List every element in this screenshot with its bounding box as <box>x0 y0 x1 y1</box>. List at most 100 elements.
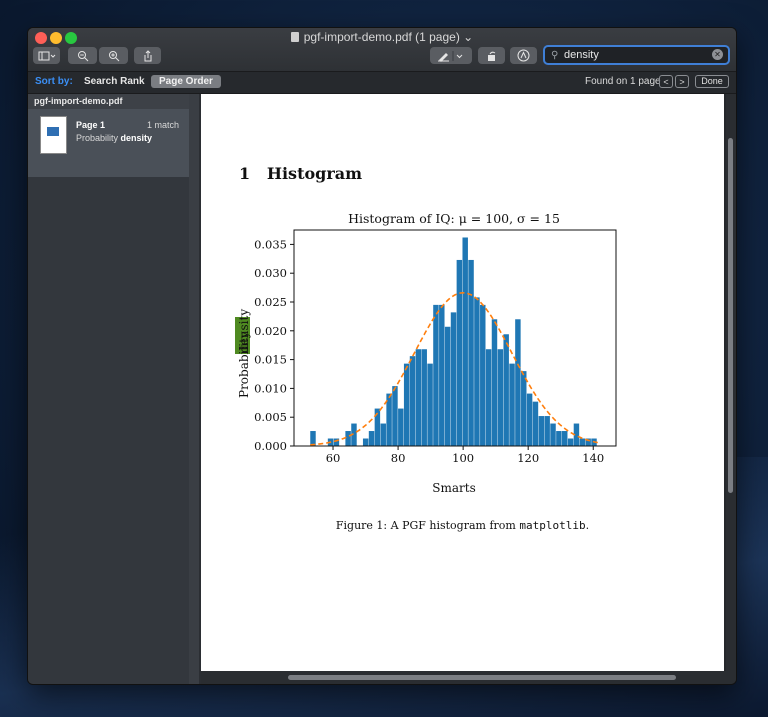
x-tick-label: 140 <box>582 451 604 465</box>
x-axis-label: Smarts <box>432 481 475 495</box>
zoom-out-icon <box>77 50 88 61</box>
title-bar: pgf-import-demo.pdf (1 page) ⌄ ⚲ density… <box>28 28 736 72</box>
caption-suffix: . <box>585 519 590 532</box>
histogram-bar <box>556 431 562 446</box>
window-title-text: pgf-import-demo.pdf (1 page) <box>303 30 460 44</box>
histogram-bar <box>509 363 515 446</box>
histogram-bar <box>392 386 398 446</box>
zoom-out-button[interactable] <box>68 47 97 64</box>
previous-match-button[interactable]: < <box>659 75 673 88</box>
histogram-bar <box>439 304 445 446</box>
histogram-chart: Histogram of IQ: μ = 100, σ = 15 60 80 100… <box>235 211 617 495</box>
x-tick-label: 100 <box>452 451 474 465</box>
find-bar: Sort by: Search Rank Page Order Found on… <box>28 72 736 94</box>
y-axis-label: Probability density <box>235 309 251 398</box>
done-button[interactable]: Done <box>695 75 729 88</box>
histogram-bar <box>497 349 504 446</box>
histogram-bar <box>562 431 568 446</box>
histogram-bar <box>444 326 451 446</box>
search-results-sidebar: pgf-import-demo.pdf Page 1 1 match Proba… <box>28 94 199 684</box>
y-tick-label: 0.005 <box>254 410 287 424</box>
vertical-scroll-thumb[interactable] <box>728 138 733 493</box>
section-number: 1 <box>239 164 251 183</box>
histogram-bar <box>485 349 492 446</box>
figure-caption: Figure 1: A PGF histogram from matplotli… <box>201 519 724 532</box>
histogram-bar <box>515 319 521 446</box>
page-thumbnail <box>40 116 67 154</box>
search-icon: ⚲ <box>551 50 559 61</box>
rotate-button[interactable] <box>478 47 505 64</box>
histogram-bar <box>468 259 474 446</box>
y-tick-label: 0.025 <box>254 295 287 309</box>
x-tick-label: 60 <box>326 451 341 465</box>
histogram-bar <box>579 438 586 446</box>
histogram-bar <box>409 356 416 446</box>
histogram-bar <box>532 401 539 446</box>
histogram-bar <box>480 304 486 446</box>
histogram-bar <box>427 363 433 446</box>
zoom-in-button[interactable] <box>99 47 128 64</box>
markup-pen-icon <box>438 50 463 62</box>
search-result-item[interactable]: Page 1 1 match Probability density <box>28 109 189 177</box>
pdf-page: 1 Histogram Histogram of IQ: μ = 100, σ … <box>201 94 724 671</box>
y-tick-label: 0.030 <box>254 266 287 280</box>
result-page-label: Page 1 <box>76 120 106 130</box>
x-tick-label: 120 <box>517 451 539 465</box>
preview-window: pgf-import-demo.pdf (1 page) ⌄ ⚲ density… <box>27 27 737 685</box>
histogram-bar <box>462 237 468 446</box>
histogram-bar <box>538 416 545 446</box>
histogram-bar <box>544 416 550 446</box>
horizontal-scroll-thumb[interactable] <box>288 675 676 680</box>
histogram-bar <box>550 423 556 446</box>
search-input[interactable]: density <box>564 49 599 61</box>
share-button[interactable] <box>134 47 161 64</box>
y-tick-label: 0.020 <box>254 324 287 338</box>
histogram-bar <box>526 393 533 446</box>
section-title: Histogram <box>266 164 363 183</box>
clear-search-icon[interactable]: ✕ <box>712 49 723 60</box>
markup-pen-button[interactable] <box>430 47 472 64</box>
rotate-icon <box>487 51 495 61</box>
histogram-bar <box>521 371 527 446</box>
histogram-bar <box>362 438 369 446</box>
caption-text: Figure 1: A PGF histogram from <box>335 519 520 532</box>
histogram-bar <box>380 423 386 446</box>
result-snippet: Probability density <box>76 133 152 143</box>
section-heading: 1 Histogram <box>239 164 362 183</box>
histogram-bar <box>415 349 422 446</box>
sidebar-toggle-button[interactable] <box>33 47 60 64</box>
sort-page-order-button[interactable]: Page Order <box>151 75 221 88</box>
histogram-bar <box>398 408 404 446</box>
caption-code: matplotlib <box>519 519 586 532</box>
histogram-bar <box>421 349 427 446</box>
document-icon <box>290 32 299 42</box>
histogram-bar <box>491 319 498 446</box>
histogram-bar <box>345 431 351 446</box>
annotate-button[interactable] <box>510 47 537 64</box>
y-tick-label: 0.015 <box>254 353 287 367</box>
sidebar-icon <box>38 51 55 60</box>
sort-by-label: Sort by: <box>35 76 73 87</box>
result-match-count: 1 match <box>147 120 180 130</box>
histogram-bar <box>433 304 439 446</box>
chart-title: Histogram of IQ: μ = 100, σ = 15 <box>348 211 560 226</box>
y-tick-label: 0.000 <box>254 439 287 453</box>
next-match-button[interactable]: > <box>675 75 689 88</box>
sidebar-scrollbar[interactable] <box>189 94 199 684</box>
histogram-bar <box>450 312 457 446</box>
share-icon <box>144 49 151 61</box>
histogram-bar <box>368 431 375 446</box>
histogram-bar <box>474 297 480 446</box>
sort-search-rank-button[interactable]: Search Rank <box>84 76 145 87</box>
histogram-bar <box>567 438 574 446</box>
chevron-down-icon: ⌄ <box>463 30 474 44</box>
window-title[interactable]: pgf-import-demo.pdf (1 page) ⌄ <box>28 30 736 44</box>
thumbnail-image-icon <box>47 127 59 136</box>
zoom-in-icon <box>108 50 119 61</box>
search-field[interactable]: ⚲ density ✕ <box>543 45 730 65</box>
histogram-bar <box>403 363 410 446</box>
histogram-bar <box>456 259 463 446</box>
result-snippet-hit: density <box>120 133 153 143</box>
histogram-bars <box>310 237 597 446</box>
sidebar-document-name: pgf-import-demo.pdf <box>28 94 189 109</box>
